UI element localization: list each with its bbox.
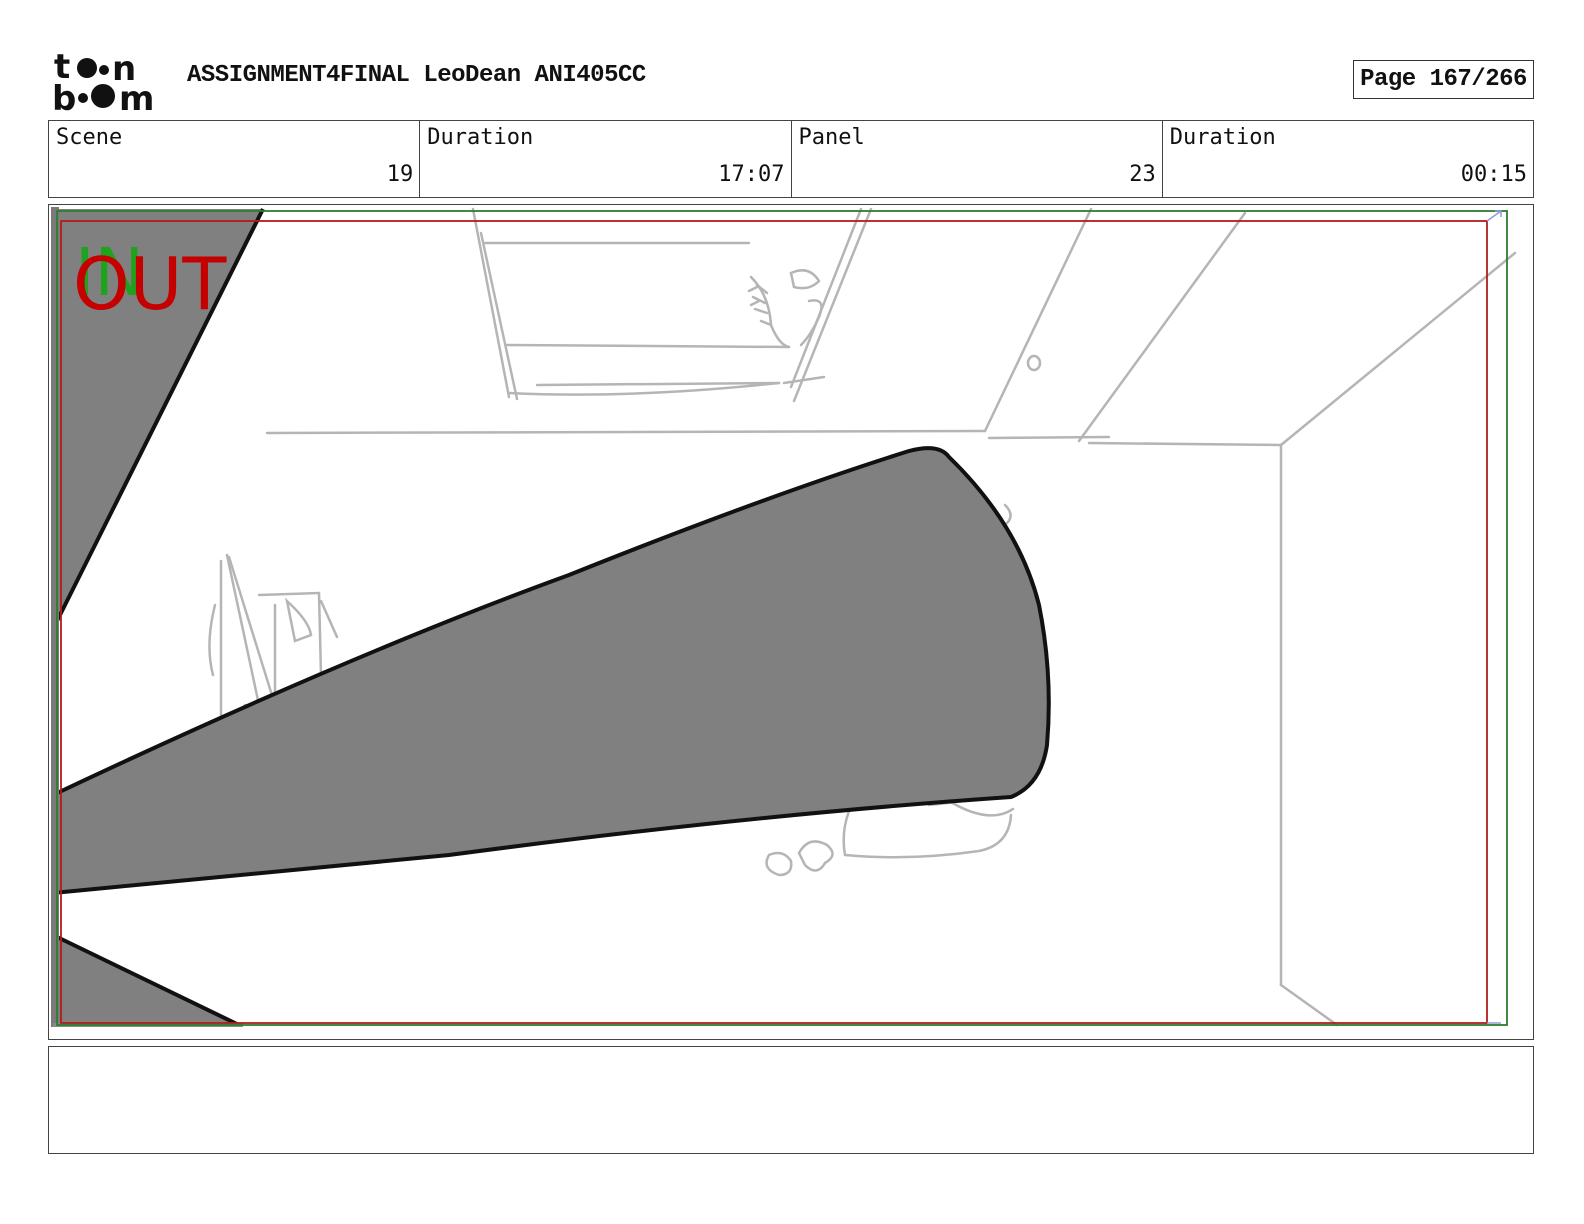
storyboard-panel: IN OUT (48, 204, 1534, 1040)
page-number: 167/266 (1429, 66, 1528, 93)
panel-value: 23 (1129, 162, 1156, 187)
shadow-shapes (51, 208, 1051, 1027)
document-title: ASSIGNMENT4FINAL LeoDean ANI405CC (187, 62, 646, 89)
panel-info-table: Scene 19 Duration 17:07 Panel 23 Duratio… (48, 120, 1534, 198)
panel-duration-value: 00:15 (1460, 162, 1527, 187)
svg-text:m: m (119, 79, 154, 112)
panel-duration-cell: Duration 00:15 (1163, 121, 1533, 197)
page-indicator: Page 167/266 (1353, 60, 1534, 99)
scene-duration-cell: Duration 17:07 (420, 121, 792, 197)
panel-notes-box (48, 1046, 1534, 1154)
toon-boom-logo: t n b m (52, 47, 164, 119)
panel-duration-label: Duration (1169, 125, 1276, 150)
scene-cell: Scene 19 (49, 121, 421, 197)
scene-duration-label: Duration (427, 125, 534, 150)
scene-duration-value: 17:07 (718, 162, 785, 187)
scene-label: Scene (56, 125, 123, 150)
panel-cell: Panel 23 (792, 121, 1163, 197)
svg-text:b: b (52, 79, 76, 112)
frame-corner-marks (1486, 210, 1502, 1024)
out-marker: OUT (73, 242, 227, 326)
page-label: Page (1360, 66, 1416, 93)
panel-drawing: IN OUT (51, 207, 1517, 1027)
panel-label: Panel (798, 125, 865, 150)
scene-value: 19 (386, 162, 414, 187)
